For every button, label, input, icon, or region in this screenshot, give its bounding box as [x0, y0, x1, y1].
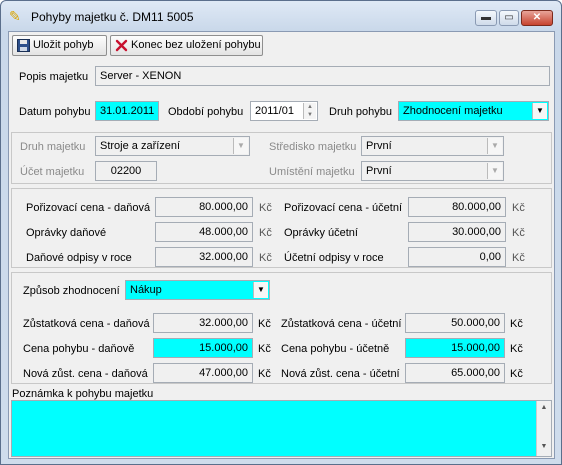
ucet-majetku-field[interactable]: 02200: [95, 161, 157, 181]
stredisko-select[interactable]: První ▼: [361, 136, 504, 156]
close-without-save-button[interactable]: Konec bez uložení pohybu: [110, 35, 263, 56]
unit-label: Kč: [512, 202, 525, 214]
title-bar[interactable]: ✎ Pohyby majetku č. DM11 5005 ▬ ▭ ✕: [1, 1, 561, 31]
datum-field[interactable]: 31.01.2011: [95, 101, 159, 121]
druh-majetku-select[interactable]: Stroje a zařízení ▼: [95, 136, 250, 156]
unit-label: Kč: [258, 343, 271, 355]
umisteni-label: Umístění majetku: [269, 166, 355, 178]
opravky-ucetni-field[interactable]: 30.000,00: [408, 222, 506, 242]
druh-majetku-label: Druh majetku: [20, 141, 86, 153]
unit-label: Kč: [258, 368, 271, 380]
chevron-down-icon[interactable]: ▼: [487, 163, 502, 179]
datum-label: Datum pohybu: [19, 106, 91, 118]
stredisko-value: První: [366, 140, 392, 152]
dialog-window: ✎ Pohyby majetku č. DM11 5005 ▬ ▭ ✕ Ulož…: [0, 0, 562, 465]
popis-label: Popis majetku: [19, 71, 89, 83]
unit-label: Kč: [512, 227, 525, 239]
zpusob-label: Způsob zhodnocení: [23, 285, 120, 297]
druh-pohybu-value: Zhodnocení majetku: [403, 105, 503, 117]
zpusob-value: Nákup: [130, 284, 162, 296]
dialog-client: Uložit pohyb Konec bez uložení pohybu Po…: [8, 31, 555, 459]
ucetni-odpisy-field[interactable]: 0,00: [408, 247, 506, 267]
porizovaci-danova-label: Pořizovací cena - daňová: [26, 202, 151, 214]
umisteni-value: První: [366, 165, 392, 177]
cena-ucetne-field[interactable]: 15.000,00: [405, 338, 505, 358]
maximize-button[interactable]: ▭: [499, 10, 519, 26]
scroll-down-icon[interactable]: ▼: [537, 443, 551, 450]
close-icon: [115, 39, 128, 52]
unit-label: Kč: [510, 368, 523, 380]
asset-section: Druh majetku Stroje a zařízení ▼ Účet ma…: [11, 132, 552, 184]
porizovaci-ucetni-label: Pořizovací cena - účetní: [284, 202, 403, 214]
chevron-down-icon[interactable]: ▼: [487, 138, 502, 154]
chevron-down-icon[interactable]: ▼: [253, 282, 268, 298]
spinner-icon[interactable]: ▲ ▼: [303, 103, 316, 119]
stredisko-label: Středisko majetku: [269, 141, 357, 153]
nova-danova-field[interactable]: 47.000,00: [153, 363, 253, 383]
chevron-down-icon[interactable]: ▼: [233, 138, 248, 154]
druh-pohybu-label: Druh pohybu: [329, 106, 392, 118]
nova-ucetni-label: Nová zůst. cena - účetní: [281, 368, 400, 380]
unit-label: Kč: [258, 318, 271, 330]
cena-danove-field[interactable]: 15.000,00: [153, 338, 253, 358]
movement-section: Způsob zhodnocení Nákup ▼ Zůstatková cen…: [11, 272, 552, 384]
danove-odpisy-field[interactable]: 32.000,00: [155, 247, 253, 267]
unit-label: Kč: [259, 252, 272, 264]
danove-odpisy-label: Daňové odpisy v roce: [26, 252, 132, 264]
scroll-up-icon[interactable]: ▲: [537, 404, 551, 411]
unit-label: Kč: [510, 318, 523, 330]
druh-majetku-value: Stroje a zařízení: [100, 140, 181, 152]
obdobi-label: Období pohybu: [168, 106, 244, 118]
save-label: Uložit pohyb: [33, 39, 94, 51]
porizovaci-danova-field[interactable]: 80.000,00: [155, 197, 253, 217]
opravky-danove-field[interactable]: 48.000,00: [155, 222, 253, 242]
cena-ucetne-label: Cena pohybu - účetně: [281, 343, 390, 355]
opravky-ucetni-label: Oprávky účetní: [284, 227, 358, 239]
opravky-danove-label: Oprávky daňové: [26, 227, 107, 239]
druh-pohybu-select[interactable]: Zhodnocení majetku ▼: [398, 101, 549, 121]
obdobi-value: 2011/01: [255, 105, 294, 117]
window-title: Pohyby majetku č. DM11 5005: [31, 10, 194, 24]
values-section: Pořizovací cena - daňová 80.000,00 Kč Op…: [11, 188, 552, 268]
unit-label: Kč: [259, 227, 272, 239]
nova-danova-label: Nová zůst. cena - daňová: [23, 368, 148, 380]
nova-ucetni-field[interactable]: 65.000,00: [405, 363, 505, 383]
close-label: Konec bez uložení pohybu: [131, 39, 261, 51]
unit-label: Kč: [512, 252, 525, 264]
unit-label: Kč: [259, 202, 272, 214]
zustatkova-danova-label: Zůstatková cena - daňová: [23, 318, 150, 330]
obdobi-field[interactable]: 2011/01 ▲ ▼: [250, 101, 318, 121]
ucetni-odpisy-label: Účetní odpisy v roce: [284, 252, 384, 264]
note-scrollbar[interactable]: ▲ ▼: [536, 401, 551, 456]
note-label: Poznámka k pohybu majetku: [12, 388, 154, 400]
ucet-majetku-label: Účet majetku: [20, 166, 85, 178]
zustatkova-danova-field[interactable]: 32.000,00: [153, 313, 253, 333]
umisteni-select[interactable]: První ▼: [361, 161, 504, 181]
app-icon: ✎: [9, 8, 21, 24]
porizovaci-ucetni-field[interactable]: 80.000,00: [408, 197, 506, 217]
unit-label: Kč: [510, 343, 523, 355]
zpusob-select[interactable]: Nákup ▼: [125, 280, 270, 300]
header-section: Popis majetku Server - XENON Datum pohyb…: [11, 61, 552, 129]
save-icon: [17, 39, 30, 52]
popis-field[interactable]: Server - XENON: [95, 66, 550, 86]
note-textarea[interactable]: ▲ ▼: [11, 400, 552, 457]
save-button[interactable]: Uložit pohyb: [12, 35, 107, 56]
zustatkova-ucetni-field[interactable]: 50.000,00: [405, 313, 505, 333]
cena-danove-label: Cena pohybu - daňově: [23, 343, 135, 355]
chevron-down-icon[interactable]: ▼: [532, 103, 547, 119]
minimize-button[interactable]: ▬: [475, 10, 497, 26]
close-button[interactable]: ✕: [521, 10, 553, 26]
zustatkova-ucetni-label: Zůstatková cena - účetní: [281, 318, 402, 330]
